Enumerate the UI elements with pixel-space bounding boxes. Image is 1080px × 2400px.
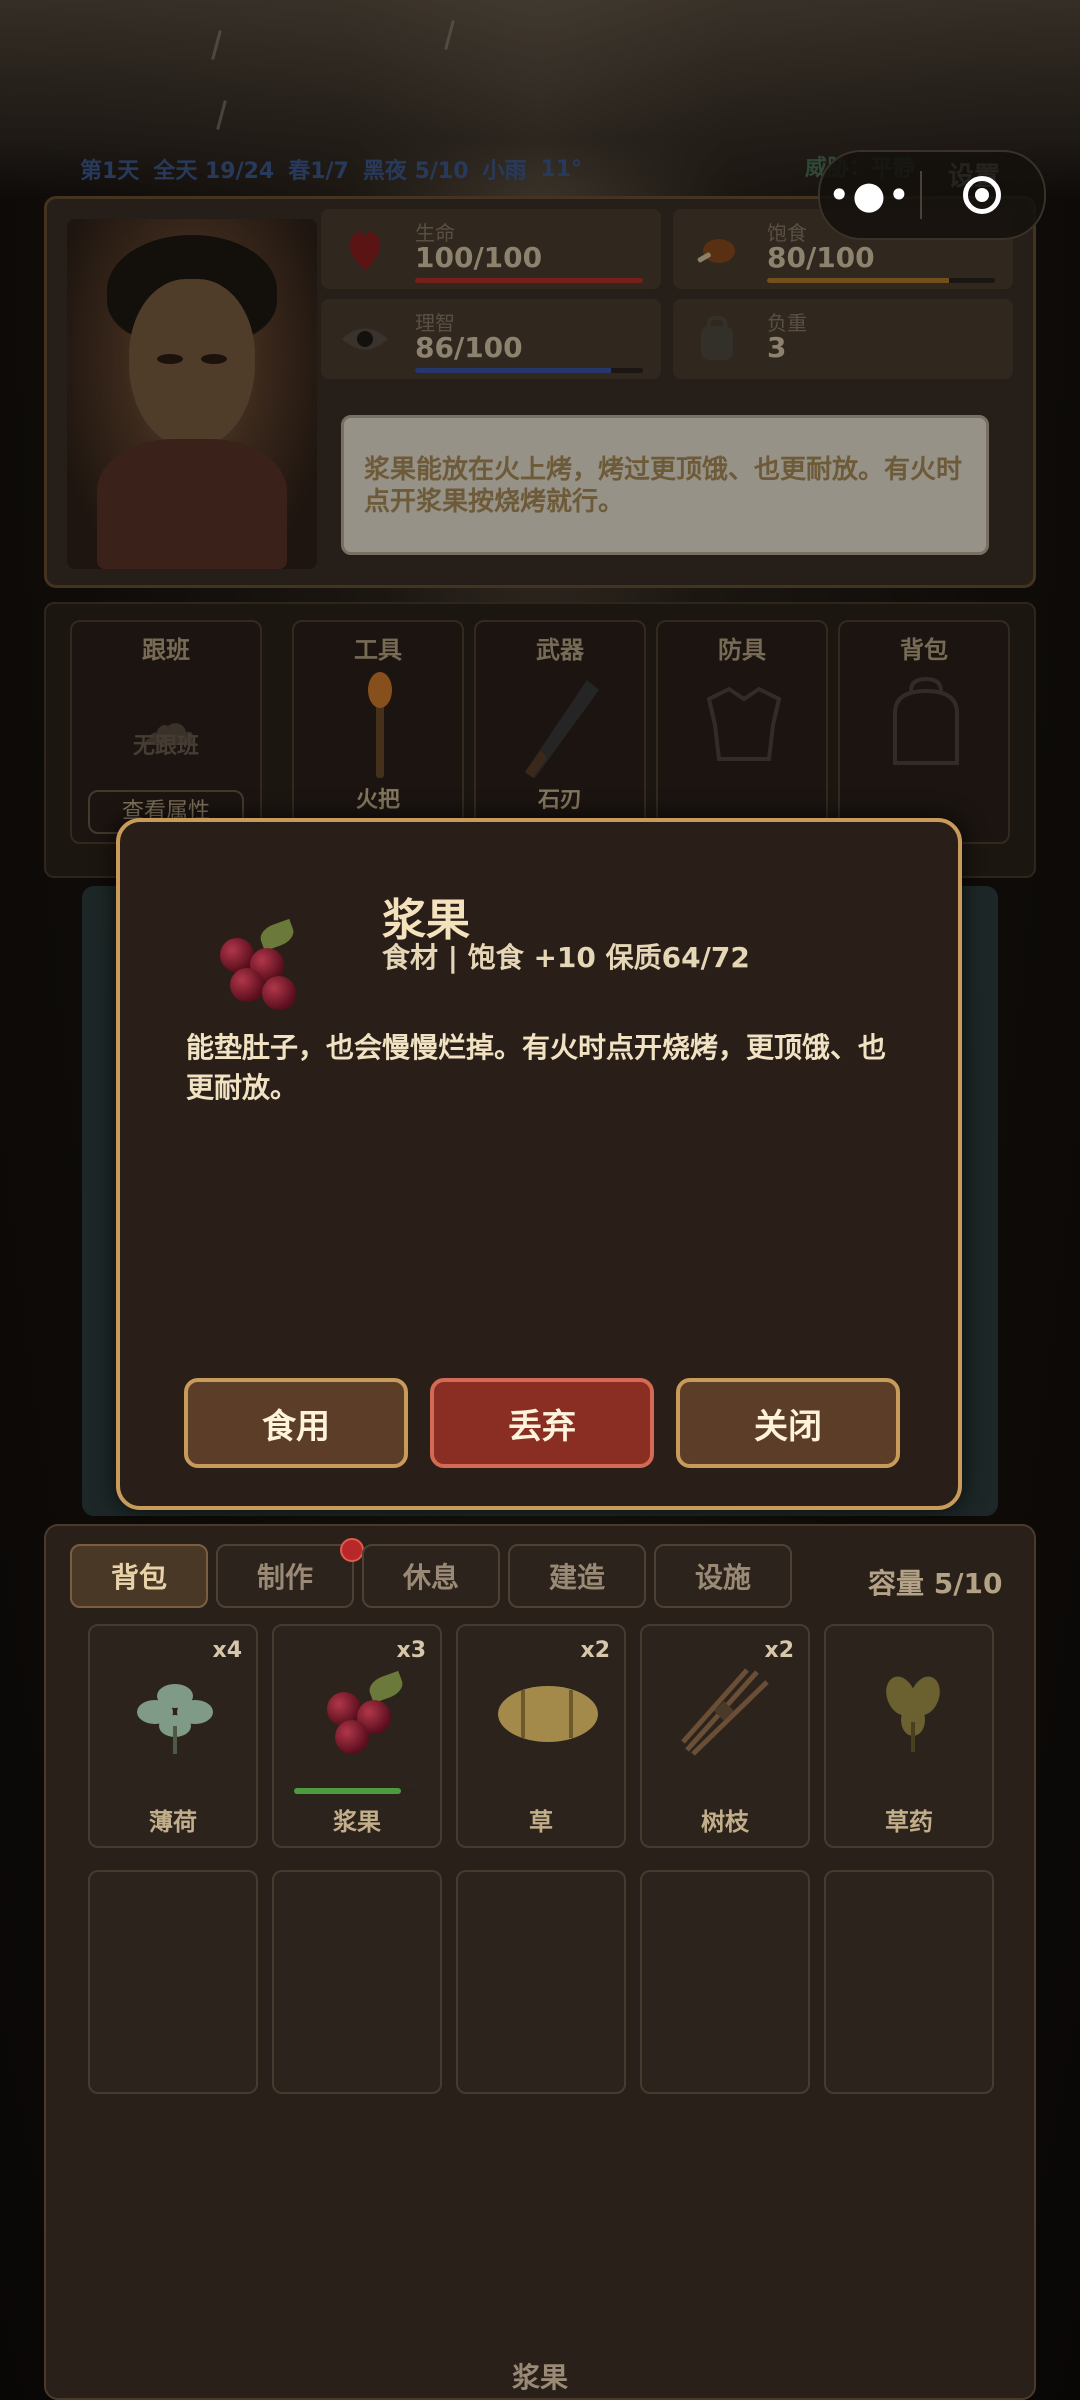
berry-icon [208, 918, 308, 1018]
inventory-slot-empty[interactable] [456, 1870, 626, 2094]
berry-icon [309, 1666, 409, 1756]
freshness-bar [294, 1788, 414, 1794]
item-name: 薄荷 [149, 1808, 197, 1836]
inventory-item-grass[interactable]: x2 草 [456, 1624, 626, 1848]
item-name: 浆果 [333, 1808, 381, 1836]
herb-icon [861, 1666, 961, 1756]
item-meta: 食材 | 饱食 +10 保质64/72 [382, 941, 750, 974]
item-qty: x2 [580, 1638, 611, 1663]
inventory-slot-empty[interactable] [640, 1870, 810, 2094]
capacity-label: 容量 5/10 [868, 1567, 1003, 1600]
inventory-item-mint[interactable]: x4 薄荷 [88, 1624, 258, 1848]
tab-craft[interactable]: 制作 [216, 1544, 354, 1608]
selected-item-label: 浆果 [511, 2361, 568, 2394]
twigs-icon [677, 1666, 777, 1756]
inventory-panel: 背包 制作 休息 建造 设施 容量 5/10 x4 薄荷 x3 浆果 x2 草 … [44, 1524, 1036, 2400]
notification-dot [340, 1538, 364, 1562]
mint-icon [125, 1666, 225, 1756]
item-description: 能垫肚子，也会慢慢烂掉。有火时点开烧烤，更顶饿、也更耐放。 [186, 1031, 887, 1104]
tab-facility[interactable]: 设施 [654, 1544, 792, 1608]
item-name: 树枝 [701, 1808, 749, 1836]
tab-backpack[interactable]: 背包 [70, 1544, 208, 1608]
item-detail-modal: 浆果 食材 | 饱食 +10 保质64/72 能垫肚子，也会慢慢烂掉。有火时点开… [116, 818, 962, 1510]
inventory-slot-empty[interactable] [272, 1870, 442, 2094]
hay-icon [493, 1666, 598, 1756]
item-qty: x2 [764, 1638, 795, 1663]
eat-button[interactable]: 食用 [184, 1378, 408, 1468]
item-name: 草药 [885, 1808, 933, 1836]
inventory-slot-empty[interactable] [88, 1870, 258, 2094]
item-qty: x4 [212, 1638, 243, 1663]
inventory-slot-empty[interactable] [824, 1870, 994, 2094]
discard-button[interactable]: 丢弃 [430, 1378, 654, 1468]
inventory-item-herb[interactable]: 草药 [824, 1624, 994, 1848]
tab-rest[interactable]: 休息 [362, 1544, 500, 1608]
close-button[interactable]: 关闭 [676, 1378, 900, 1468]
tab-build[interactable]: 建造 [508, 1544, 646, 1608]
target-circle-icon[interactable] [922, 176, 1042, 214]
inventory-item-berry[interactable]: x3 浆果 [272, 1624, 442, 1848]
inventory-item-twigs[interactable]: x2 树枝 [640, 1624, 810, 1848]
miniprogram-capsule: •●• [818, 150, 1046, 240]
item-name: 草 [529, 1808, 553, 1836]
item-qty: x3 [396, 1638, 427, 1663]
more-dots-icon[interactable]: •●• [820, 173, 920, 217]
